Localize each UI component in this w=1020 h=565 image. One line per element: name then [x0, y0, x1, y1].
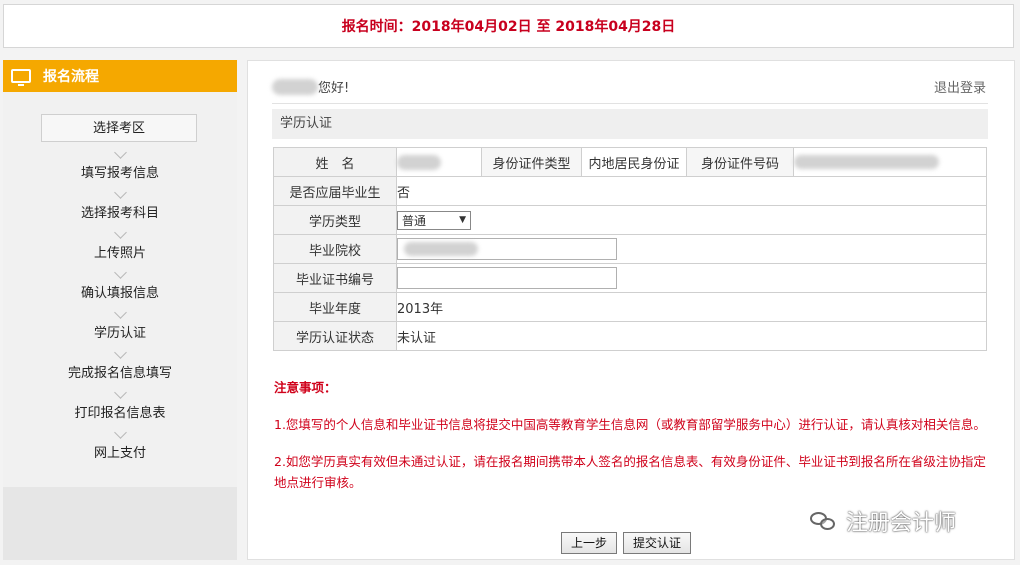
notice-item-1: 1.您填写的个人信息和毕业证书信息将提交中国高等教育学生信息网（或教育部留学服务… [274, 417, 986, 432]
step-list: 选择考区 填写报考信息 选择报考科目 上传照片 确认填报信息 学历认证 完成报名… [3, 92, 237, 487]
wechat-icon [810, 510, 838, 532]
sidebar-title: 报名流程 [43, 69, 99, 85]
submit-verify-button[interactable]: 提交认证 [623, 532, 692, 554]
step-edu-verify[interactable]: 学历认证 [3, 322, 237, 341]
table-row: 姓 名 身份证件类型 内地居民身份证 身份证件号码 [273, 147, 987, 177]
edu-type-select[interactable]: 普通 ▼ [397, 210, 471, 230]
greeting: 您好! [272, 77, 349, 96]
watermark-text: 注册会计师 [846, 511, 957, 536]
step-complete-info[interactable]: 完成报名信息填写 [3, 362, 237, 381]
chevron-down-icon [114, 266, 127, 279]
step-fill-info[interactable]: 填写报考信息 [3, 162, 237, 181]
fresh-grad-label: 是否应届毕业生 [273, 176, 397, 206]
grad-year-label: 毕业年度 [273, 292, 397, 322]
monitor-icon [11, 69, 31, 86]
cert-number-cell [396, 263, 987, 293]
redacted-username [272, 78, 318, 95]
logout-link[interactable]: 退出登录 [934, 77, 986, 96]
sidebar: 报名流程 选择考区 填写报考信息 选择报考科目 上传照片 确认填报信息 学历认证… [3, 60, 237, 560]
verify-status-label: 学历认证状态 [273, 321, 397, 351]
chevron-down-icon [114, 186, 127, 199]
id-type-label: 身份证件类型 [481, 147, 582, 177]
notice-title: 注意事项： [274, 380, 337, 395]
notice-item-2: 2.如您学历真实有效但未通过认证，请在报名期间携带本人签名的报名信息表、有效身份… [274, 454, 986, 490]
table-row: 毕业证书编号 [273, 263, 987, 293]
chevron-down-icon [114, 346, 127, 359]
form-actions: 上一步 提交认证 [561, 532, 692, 554]
edu-type-cell: 普通 ▼ [396, 205, 987, 235]
edu-verify-form: 姓 名 身份证件类型 内地居民身份证 身份证件号码 是否应届毕业生 否 学历类型… [273, 147, 987, 351]
table-row: 学历类型 普通 ▼ [273, 205, 987, 235]
chevron-down-icon [114, 426, 127, 439]
redacted-school [404, 242, 478, 256]
name-label: 姓 名 [273, 147, 397, 177]
step-upload-photo[interactable]: 上传照片 [3, 242, 237, 261]
step-select-subjects[interactable]: 选择报考科目 [3, 202, 237, 221]
sidebar-footer [3, 487, 237, 560]
school-cell [396, 234, 987, 264]
name-value [396, 147, 482, 177]
chevron-down-icon [114, 306, 127, 319]
edu-type-selected: 普通 [402, 213, 427, 228]
id-number-label: 身份证件号码 [686, 147, 794, 177]
step-select-region[interactable]: 选择考区 [41, 114, 197, 142]
edu-type-label: 学历类型 [273, 205, 397, 235]
id-number-value [793, 147, 987, 177]
redacted-id-number [794, 155, 939, 169]
divider [272, 103, 988, 104]
main-panel: 您好! 退出登录 学历认证 姓 名 身份证件类型 内地居民身份证 身份证件号码 … [247, 60, 1015, 560]
step-confirm-info[interactable]: 确认填报信息 [3, 282, 237, 301]
notice-section: 注意事项： 1.您填写的个人信息和毕业证书信息将提交中国高等教育学生信息网（或教… [274, 377, 990, 493]
table-row: 学历认证状态 未认证 [273, 321, 987, 351]
cert-number-label: 毕业证书编号 [273, 263, 397, 293]
sidebar-header: 报名流程 [3, 60, 237, 92]
chevron-down-icon [114, 146, 127, 159]
school-input[interactable] [397, 238, 617, 260]
chevron-down-icon [114, 226, 127, 239]
greeting-text: 您好! [318, 81, 350, 96]
dropdown-arrow-icon: ▼ [459, 215, 466, 225]
grad-year-value: 2013年 [396, 292, 987, 322]
table-row: 是否应届毕业生 否 [273, 176, 987, 206]
step-online-payment[interactable]: 网上支付 [3, 442, 237, 461]
school-label: 毕业院校 [273, 234, 397, 264]
table-row: 毕业院校 [273, 234, 987, 264]
redacted-name [397, 154, 441, 170]
fresh-grad-value: 否 [396, 176, 987, 206]
watermark: 注册会计师 [810, 505, 956, 537]
registration-period-text: 报名时间：2018年04月02日 至 2018年04月28日 [341, 19, 676, 35]
cert-number-input[interactable] [397, 267, 617, 289]
verify-status-value: 未认证 [396, 321, 987, 351]
step-print-form[interactable]: 打印报名信息表 [3, 402, 237, 421]
table-row: 毕业年度 2013年 [273, 292, 987, 322]
id-type-value: 内地居民身份证 [581, 147, 687, 177]
chevron-down-icon [114, 386, 127, 399]
prev-step-button[interactable]: 上一步 [561, 532, 618, 554]
section-title: 学历认证 [272, 109, 988, 139]
registration-period-bar: 报名时间：2018年04月02日 至 2018年04月28日 [3, 4, 1014, 48]
